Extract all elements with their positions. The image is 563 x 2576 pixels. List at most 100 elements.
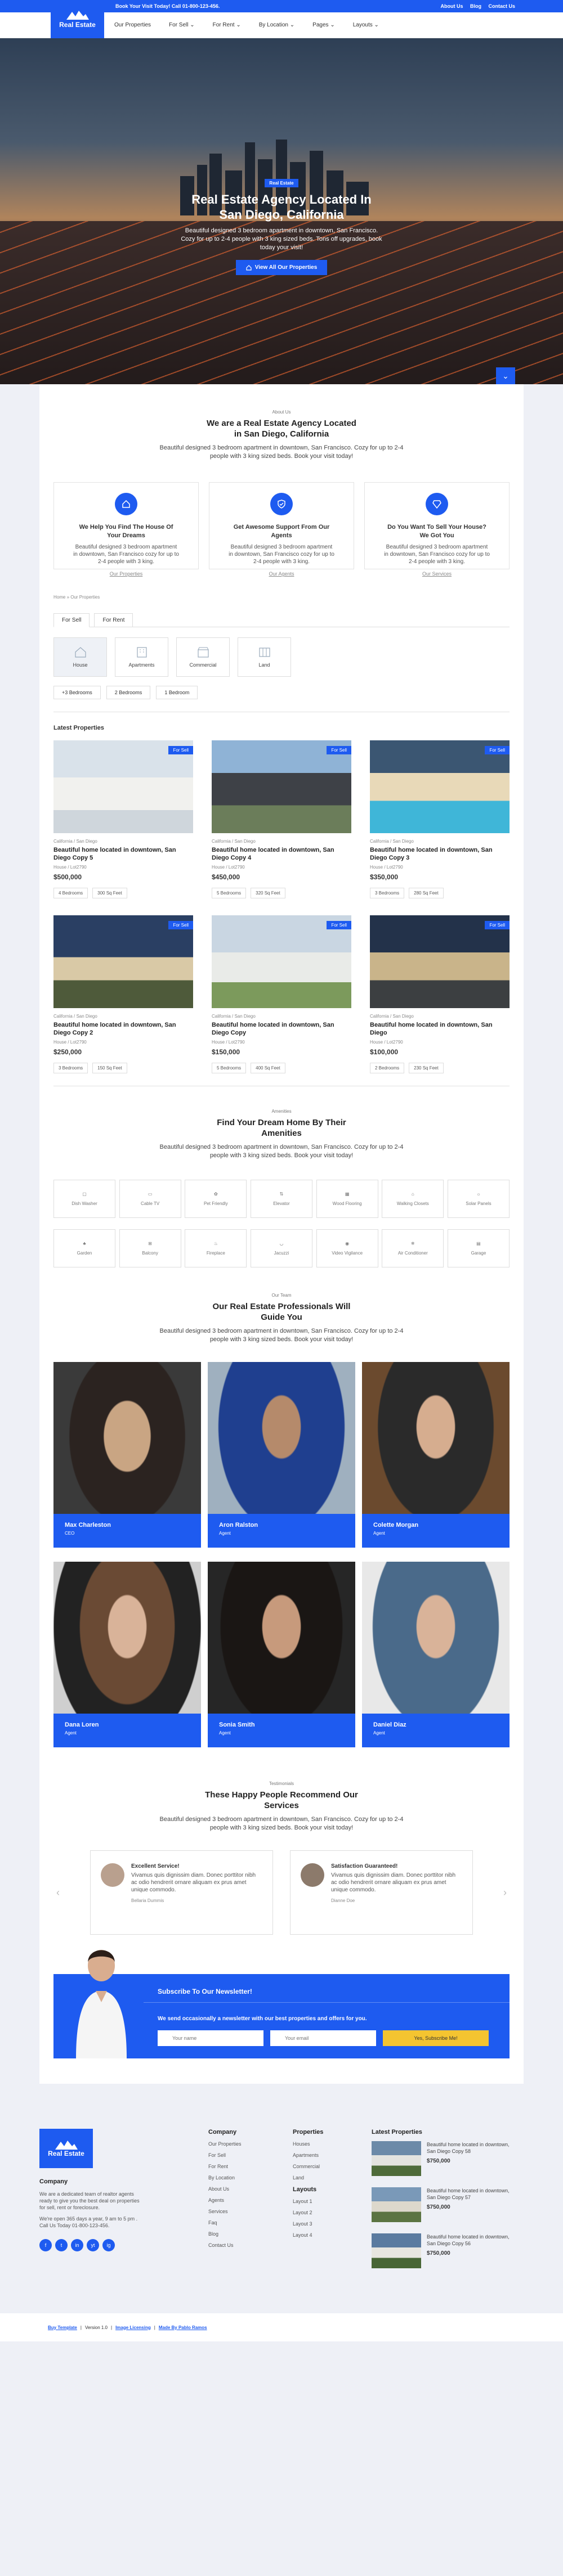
- latest-item[interactable]: Beautiful home located in downtown, San …: [372, 2141, 512, 2176]
- team-member[interactable]: Dana Loren Agent: [53, 1562, 201, 1747]
- company-heading: Company: [39, 2178, 68, 2185]
- amenity-garden[interactable]: ♣ Garden: [53, 1229, 115, 1267]
- menu-item-layouts[interactable]: Layouts ⌄: [353, 22, 379, 28]
- amenity-pet-friendly[interactable]: ✿ Pet Friendly: [185, 1180, 247, 1218]
- scroll-down-button[interactable]: ⌄: [496, 367, 515, 384]
- property-title[interactable]: Beautiful home located in downtown, San …: [53, 846, 183, 862]
- type-house[interactable]: House: [53, 637, 107, 677]
- amenity-cable-tv[interactable]: ▭ Cable TV: [119, 1180, 181, 1218]
- amenity-walking-closets[interactable]: ⌂ Walking Closets: [382, 1180, 444, 1218]
- instagram-icon[interactable]: ig: [102, 2239, 115, 2251]
- amenity-solar-panels[interactable]: ☼ Solar Panels: [447, 1180, 510, 1218]
- footer-link[interactable]: Services: [208, 2209, 270, 2214]
- footer-link[interactable]: Blog: [208, 2231, 270, 2237]
- property-card[interactable]: For Sell California / San Diego Beautifu…: [53, 915, 193, 1073]
- chevron-right-icon[interactable]: ›: [503, 1887, 507, 1899]
- team-member[interactable]: Colette Morgan Agent: [362, 1362, 510, 1548]
- testimonial-author: Dianne Doe: [331, 1898, 355, 1903]
- menu-item-rent[interactable]: For Rent ⌄: [213, 22, 241, 28]
- latest-item[interactable]: Beautiful home located in downtown, San …: [372, 2233, 512, 2268]
- footer-link[interactable]: Layout 3: [293, 2221, 349, 2227]
- feature-link[interactable]: Our Properties: [54, 571, 198, 577]
- facebook-icon[interactable]: f: [39, 2239, 52, 2251]
- amenity-dish-washer[interactable]: ▢ Dish Washer: [53, 1180, 115, 1218]
- name-input[interactable]: [158, 2030, 263, 2046]
- email-input[interactable]: [270, 2030, 376, 2046]
- footer-logo[interactable]: Real Estate: [39, 2129, 93, 2168]
- footer-link[interactable]: Agents: [208, 2197, 270, 2203]
- team-member[interactable]: Aron Ralston Agent: [208, 1362, 355, 1548]
- blog-link[interactable]: Blog: [470, 3, 481, 9]
- image-licensing-link[interactable]: Image Licensing: [115, 2325, 151, 2330]
- amenity-wood-flooring[interactable]: ▦ Wood Flooring: [316, 1180, 378, 1218]
- chevron-left-icon[interactable]: ‹: [56, 1887, 60, 1899]
- team-member[interactable]: Sonia Smith Agent: [208, 1562, 355, 1747]
- latest-item[interactable]: Beautiful home located in downtown, San …: [372, 2187, 512, 2222]
- amenity-video-vigilance[interactable]: ◉ Video Vigilance: [316, 1229, 378, 1267]
- view-properties-button[interactable]: View All Our Properties: [235, 260, 328, 275]
- amenity-balcony[interactable]: ⊞ Balcony: [119, 1229, 181, 1267]
- footer-link[interactable]: Apartments: [293, 2152, 349, 2158]
- footer-link[interactable]: Layout 2: [293, 2210, 349, 2215]
- latest-thumbnail: [372, 2141, 421, 2176]
- breadcrumb[interactable]: Home » Our Properties: [53, 595, 510, 600]
- menu-item-pages[interactable]: Pages ⌄: [312, 22, 335, 28]
- bed-filter[interactable]: 1 Bedroom: [156, 686, 198, 699]
- subscribe-button[interactable]: Yes, Subscribe Me!: [383, 2030, 489, 2046]
- property-card[interactable]: For Sell California / San Diego Beautifu…: [212, 740, 351, 898]
- twitter-icon[interactable]: t: [55, 2239, 68, 2251]
- amenity-fireplace[interactable]: ♨ Fireplace: [185, 1229, 247, 1267]
- property-meta: House / Lot2790: [370, 865, 403, 870]
- property-card[interactable]: For Sell California / San Diego Beautifu…: [370, 740, 510, 898]
- property-card[interactable]: For Sell California / San Diego Beautifu…: [212, 915, 351, 1073]
- bedroom-filters: +3 Bedrooms 2 Bedrooms 1 Bedroom: [53, 686, 510, 699]
- property-features: 3 Bedrooms 150 Sq Feet: [53, 1063, 193, 1073]
- member-info: Sonia Smith Agent: [208, 1714, 355, 1747]
- buy-template-link[interactable]: Buy Template: [48, 2325, 77, 2330]
- property-card[interactable]: For Sell California / San Diego Beautifu…: [53, 740, 193, 898]
- footer-link[interactable]: For Sell: [208, 2152, 270, 2158]
- footer-link[interactable]: About Us: [208, 2186, 270, 2192]
- bed-filter[interactable]: 2 Bedrooms: [106, 686, 151, 699]
- footer-link[interactable]: Houses: [293, 2141, 349, 2147]
- property-title[interactable]: Beautiful home located in downtown, San …: [53, 1021, 183, 1037]
- property-title[interactable]: Beautiful home located in downtown, San …: [212, 846, 341, 862]
- property-title[interactable]: Beautiful home located in downtown, San …: [212, 1021, 341, 1037]
- amenity-elevator[interactable]: ⇅ Elevator: [250, 1180, 312, 1218]
- type-apartments[interactable]: Apartments: [115, 637, 168, 677]
- team-member[interactable]: Daniel Diaz Agent: [362, 1562, 510, 1747]
- logo[interactable]: Real Estate: [51, 0, 104, 38]
- youtube-icon[interactable]: yt: [87, 2239, 99, 2251]
- footer-link[interactable]: Commercial: [293, 2164, 349, 2169]
- footer-link[interactable]: Contact Us: [208, 2242, 270, 2248]
- chevron-down-icon: ⌄: [236, 22, 241, 28]
- type-commercial[interactable]: Commercial: [176, 637, 230, 677]
- footer-link[interactable]: For Rent: [208, 2164, 270, 2169]
- amenity-garage[interactable]: ▤ Garage: [447, 1229, 510, 1267]
- menu-item-properties[interactable]: Our Properties: [114, 22, 151, 28]
- team-member[interactable]: Max Charleston CEO: [53, 1362, 201, 1548]
- type-land[interactable]: Land: [238, 637, 291, 677]
- menu-item-location[interactable]: By Location ⌄: [259, 22, 294, 28]
- footer-link[interactable]: Our Properties: [208, 2141, 270, 2147]
- footer-link[interactable]: Land: [293, 2175, 349, 2181]
- feature-link[interactable]: Our Services: [365, 571, 509, 577]
- bed-filter[interactable]: +3 Bedrooms: [53, 686, 101, 699]
- contact-link[interactable]: Contact Us: [488, 3, 515, 9]
- amenity-jacuzzi[interactable]: ◡ Jacuzzi: [250, 1229, 312, 1267]
- footer-link[interactable]: Layout 4: [293, 2232, 349, 2238]
- menu-item-sell[interactable]: For Sell ⌄: [169, 22, 195, 28]
- footer-link[interactable]: By Location: [208, 2175, 270, 2181]
- amenity-air-conditioner[interactable]: ❄ Air Conditioner: [382, 1229, 444, 1267]
- made-by-link[interactable]: Made By Pablo Ramos: [159, 2325, 207, 2330]
- footer-link[interactable]: Layout 1: [293, 2199, 349, 2204]
- feature-link[interactable]: Our Agents: [209, 571, 354, 577]
- property-title[interactable]: Beautiful home located in downtown, San …: [370, 1021, 499, 1037]
- tab-for-sell[interactable]: For Sell: [53, 613, 90, 627]
- linkedin-icon[interactable]: in: [71, 2239, 83, 2251]
- property-card[interactable]: For Sell California / San Diego Beautifu…: [370, 915, 510, 1073]
- property-title[interactable]: Beautiful home located in downtown, San …: [370, 846, 499, 862]
- about-link[interactable]: About Us: [440, 3, 463, 9]
- footer-link[interactable]: Faq: [208, 2220, 270, 2226]
- tab-for-rent[interactable]: For Rent: [94, 613, 133, 627]
